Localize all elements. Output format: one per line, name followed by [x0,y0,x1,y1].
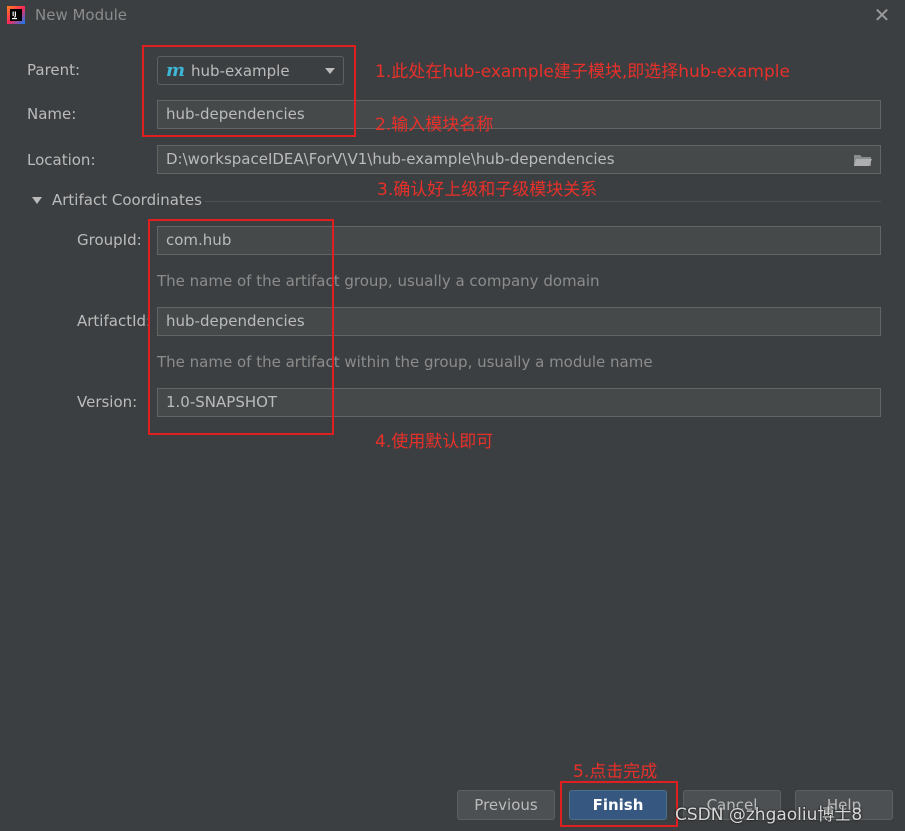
groupid-label: GroupId: [77,231,142,249]
csdn-watermark: CSDN @zhgaoliu博士8 [675,805,863,825]
annotation-1: 1.此处在hub-example建子模块,即选择hub-example [375,62,790,82]
artifactid-label: ArtifactId: [77,312,152,330]
annotation-box-parent-name [142,45,356,137]
location-label: Location: [27,151,96,169]
parent-label: Parent: [27,61,81,79]
svg-text:IJ: IJ [12,11,16,18]
location-input[interactable]: D:\workspaceIDEA\ForV\V1\hub-example\hub… [157,145,881,174]
window-title: New Module [35,6,128,24]
folder-browse-icon[interactable] [853,152,873,168]
annotation-box-coordinates [148,219,334,435]
annotation-2: 2.输入模块名称 [375,115,494,135]
intellij-app-icon: IJ [7,6,25,24]
name-label: Name: [27,105,77,123]
title-bar: IJ New Module ✕ [0,0,905,32]
annotation-5: 5.点击完成 [573,762,658,782]
previous-button[interactable]: Previous [457,790,555,820]
artifact-section-title[interactable]: Artifact Coordinates [52,191,202,209]
close-icon[interactable]: ✕ [872,5,892,25]
annotation-3: 3.确认好上级和子级模块关系 [377,180,598,200]
annotation-4: 4.使用默认即可 [375,432,494,452]
section-separator [205,201,881,202]
version-label: Version: [77,393,138,411]
collapse-triangle-icon[interactable] [32,197,42,204]
finish-button[interactable]: Finish [569,790,667,820]
